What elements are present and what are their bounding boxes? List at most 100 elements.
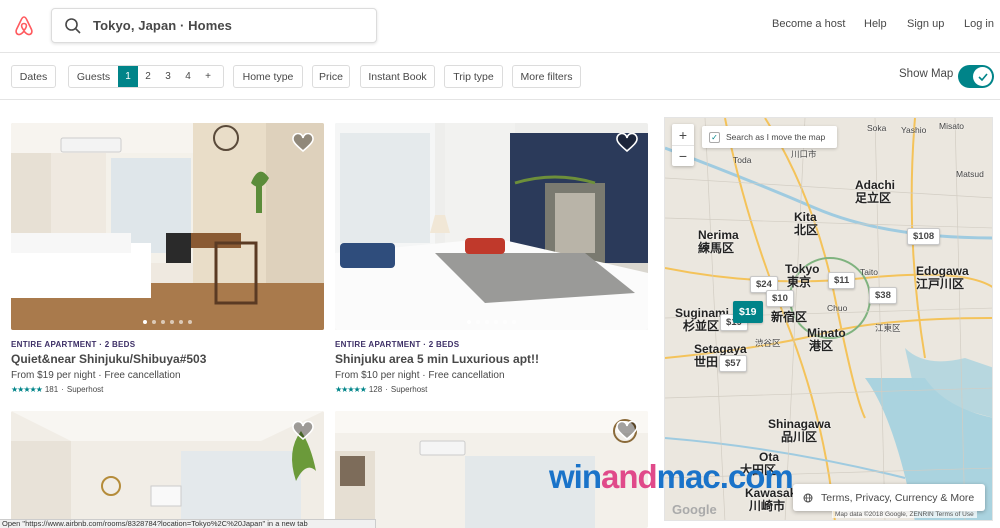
guests-option-2[interactable]: 2	[138, 66, 158, 87]
map-label-kita: Kita	[794, 210, 817, 224]
heart-icon[interactable]	[616, 133, 638, 153]
guests-option-3[interactable]: 3	[158, 66, 178, 87]
search-bar[interactable]: Tokyo, Japan · Homes	[51, 8, 377, 43]
sign-up-link[interactable]: Sign up	[907, 18, 944, 30]
instant-book-filter-button[interactable]: Instant Book	[360, 65, 435, 88]
carousel-dot[interactable]	[494, 320, 498, 324]
listing-card[interactable]: ENTIRE APARTMENT · 2 BEDS Quiet&near Shi…	[11, 123, 324, 403]
map-label-taito: Taito	[860, 267, 878, 277]
map-label-suginami-jp: 杉並区	[683, 319, 720, 333]
become-host-link[interactable]: Become a host	[772, 18, 845, 30]
heart-icon[interactable]	[292, 133, 314, 153]
map-label-tokyo-jp: 東京	[787, 275, 812, 289]
star-rating-icon: ★★★★★	[11, 385, 43, 394]
price-filter-button[interactable]: Price	[312, 65, 350, 88]
map-label-tokyo: Tokyo	[785, 262, 820, 276]
map-label-shinagawa: Shinagawa	[768, 417, 831, 431]
map-label-nerima: Nerima	[698, 228, 739, 242]
heart-icon[interactable]	[616, 421, 638, 441]
carousel-dot[interactable]	[503, 320, 507, 324]
dates-filter-button[interactable]: Dates	[11, 65, 56, 88]
map-label-kawaguchi: 川口市	[791, 149, 817, 159]
home-type-filter-button[interactable]: Home type	[233, 65, 303, 88]
guests-filter[interactable]: Guests 1 2 3 4 +	[68, 65, 224, 88]
search-input[interactable]: Tokyo, Japan · Homes	[93, 18, 232, 33]
more-filters-button[interactable]: More filters	[512, 65, 581, 88]
rating-separator: ·	[385, 385, 388, 394]
carousel-dot[interactable]	[188, 320, 192, 324]
map-label-minato: Minato	[807, 326, 846, 340]
carousel-dot[interactable]	[161, 320, 165, 324]
show-map-toggle[interactable]	[958, 65, 994, 88]
listing-photo[interactable]	[11, 123, 324, 330]
photo-carousel-dots[interactable]	[11, 320, 324, 324]
trip-type-filter-button[interactable]: Trip type	[444, 65, 503, 88]
airbnb-logo-icon[interactable]	[12, 14, 36, 38]
map-label-shinagawa-jp: 品川区	[781, 430, 818, 444]
map-label-misato: Misato	[939, 121, 965, 131]
price-pin[interactable]: $57	[719, 355, 747, 372]
carousel-dot[interactable]	[152, 320, 156, 324]
heart-icon[interactable]	[292, 421, 314, 441]
map-label-koto: 江東区	[875, 323, 901, 333]
zoom-out-button[interactable]: −	[672, 145, 694, 166]
guests-label: Guests	[76, 70, 111, 83]
price-pin-selected[interactable]: $19	[733, 301, 763, 323]
guests-option-4[interactable]: 4	[178, 66, 198, 87]
listing-photo[interactable]	[335, 123, 648, 330]
carousel-dot[interactable]	[476, 320, 480, 324]
search-as-move-label: Search as I move the map	[726, 132, 826, 142]
listing-title[interactable]: Shinjuku area 5 min Luxurious apt!!	[335, 352, 539, 366]
carousel-dot[interactable]	[467, 320, 471, 324]
listing-type: ENTIRE APARTMENT · 2 BEDS	[335, 340, 460, 349]
carousel-dot[interactable]	[143, 320, 147, 324]
listing-photo[interactable]	[11, 411, 324, 528]
listing-price: From $10 per night · Free cancellation	[335, 370, 505, 381]
carousel-dot[interactable]	[179, 320, 183, 324]
google-logo: Google	[672, 502, 717, 517]
map-label-kita-jp: 北区	[794, 223, 819, 237]
log-in-link[interactable]: Log in	[964, 18, 994, 30]
bedroom-photo-image	[335, 123, 648, 330]
price-pin[interactable]: $108	[907, 228, 941, 245]
check-icon	[977, 72, 988, 81]
map-label-shibuya: 渋谷区	[755, 338, 781, 348]
help-link[interactable]: Help	[864, 18, 887, 30]
listing-card[interactable]: ENTIRE APARTMENT · 2 BEDS Shinjuku area …	[335, 123, 648, 403]
map-attribution[interactable]: Map data ©2018 Google, ZENRIN Terms of U…	[832, 511, 977, 518]
guests-option-more[interactable]: +	[198, 66, 218, 87]
rating-count: 128	[368, 385, 383, 394]
bedroom-photo-image	[11, 123, 324, 330]
terms-privacy-button[interactable]: Terms, Privacy, Currency & More	[793, 484, 985, 511]
price-pin[interactable]: $11	[828, 272, 856, 289]
map-label-soka: Soka	[867, 123, 887, 133]
search-icon	[65, 18, 81, 34]
watermark-part: mac.com	[656, 458, 794, 495]
carousel-dot[interactable]	[170, 320, 174, 324]
price-pin[interactable]: $38	[869, 287, 897, 304]
map-label-edogawa-jp: 江戸川区	[916, 277, 965, 291]
map-zoom-controls: + −	[672, 124, 694, 166]
terms-label: Terms, Privacy, Currency & More	[821, 491, 975, 504]
listing-title[interactable]: Quiet&near Shinjuku/Shibuya#503	[11, 352, 206, 366]
globe-icon	[803, 493, 813, 502]
carousel-dot[interactable]	[512, 320, 516, 324]
listing-card[interactable]	[11, 411, 324, 528]
map-label-kawasaki-jp: 川崎市	[749, 499, 786, 513]
search-as-move-checkbox[interactable]: ✓ Search as I move the map	[702, 126, 837, 148]
room-photo-image	[11, 411, 324, 528]
zoom-in-button[interactable]: +	[672, 124, 694, 145]
carousel-dot[interactable]	[485, 320, 489, 324]
filter-bar: Dates Guests 1 2 3 4 + Home type Price I…	[0, 54, 1000, 100]
star-rating-icon: ★★★★★	[335, 385, 367, 394]
price-pin[interactable]: $10	[766, 290, 794, 307]
map-label-setagaya-jp: 世田	[694, 355, 719, 369]
superhost-badge: Superhost	[66, 385, 104, 394]
photo-carousel-dots[interactable]	[335, 320, 648, 324]
watermark-part: and	[601, 458, 658, 495]
watermark-part: win	[549, 458, 602, 495]
rating-count: 181	[44, 385, 59, 394]
listing-rating: ★★★★★ 181 · Superhost	[11, 385, 103, 394]
map-label-adachi-jp: 足立区	[855, 191, 892, 205]
guests-option-1[interactable]: 1	[118, 66, 138, 87]
